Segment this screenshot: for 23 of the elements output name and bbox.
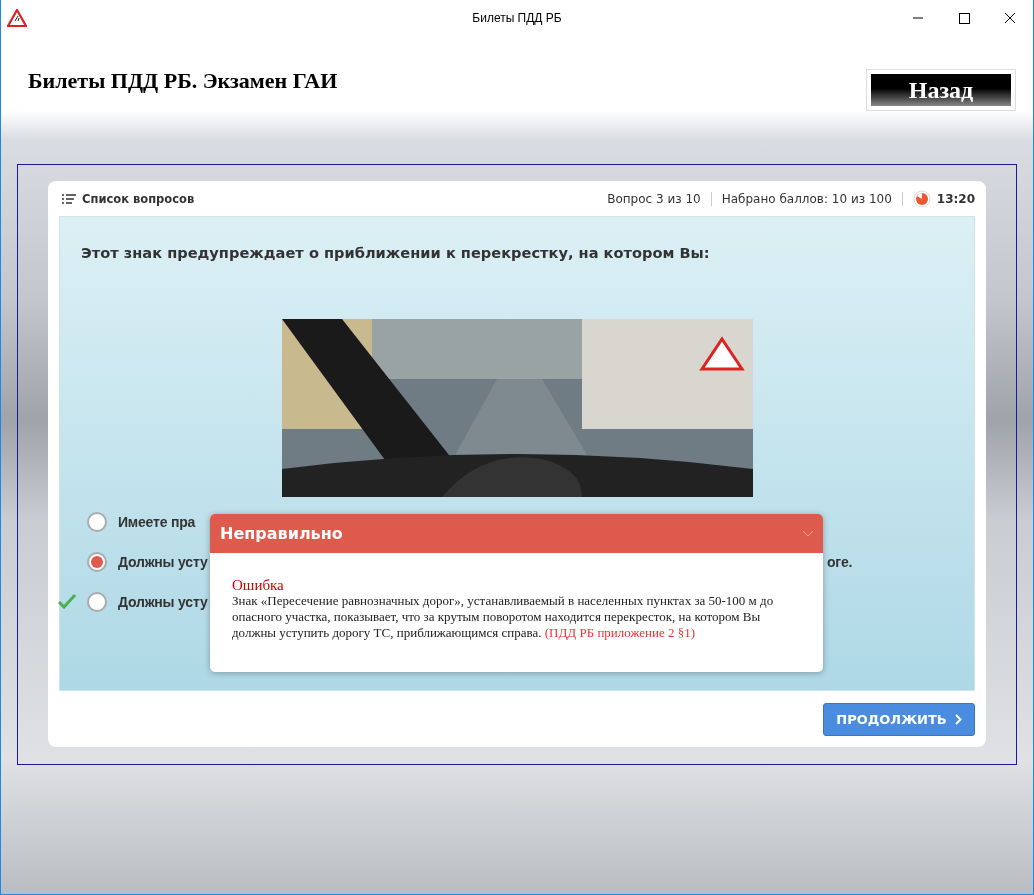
question-number: Вопрос 3 из 10 xyxy=(607,191,701,206)
chevron-down-icon[interactable] xyxy=(803,530,813,537)
answer-text[interactable]: Имеете пра xyxy=(118,514,196,530)
score-text: Набрано баллов: 10 из 100 xyxy=(721,191,892,206)
answer-text[interactable]: оге. xyxy=(827,554,853,570)
answer-radio[interactable] xyxy=(87,592,107,612)
explanation-text: Знак «Пересечение равнозначных дорог», устанавливаемый в населенных пунктах за 50-100 м до опасного участка, показывает, что за крутым поворотом находится перекресток, на котором Вы должны уступить дорогу ТС, приближающимся справа. (ПДД РБ приложение 2 §1) xyxy=(232,593,775,641)
timer-text: 13:20 xyxy=(936,191,975,206)
list-icon xyxy=(62,193,76,204)
app-title: Билеты ПДД РБ. Экзамен ГАИ xyxy=(28,68,338,94)
answer-radio[interactable] xyxy=(87,552,107,572)
answer-radio[interactable] xyxy=(87,512,107,532)
question-list-button[interactable]: Список вопросов xyxy=(59,191,195,206)
window-title: Билеты ПДД РБ xyxy=(472,11,562,25)
error-heading: Ошибка xyxy=(232,577,285,593)
answer-text[interactable]: Должны усту xyxy=(118,554,208,570)
question-text: Этот знак предупреждает о приближении к перекрестку, на котором Вы: xyxy=(80,243,711,261)
popup-title: Неправильно xyxy=(220,524,343,543)
timer-icon xyxy=(912,189,931,208)
chevron-right-icon xyxy=(954,714,962,725)
answer-text[interactable]: Должны усту xyxy=(118,594,208,610)
back-button[interactable]: Назад xyxy=(867,70,1015,110)
warning-sign-icon xyxy=(7,9,27,27)
